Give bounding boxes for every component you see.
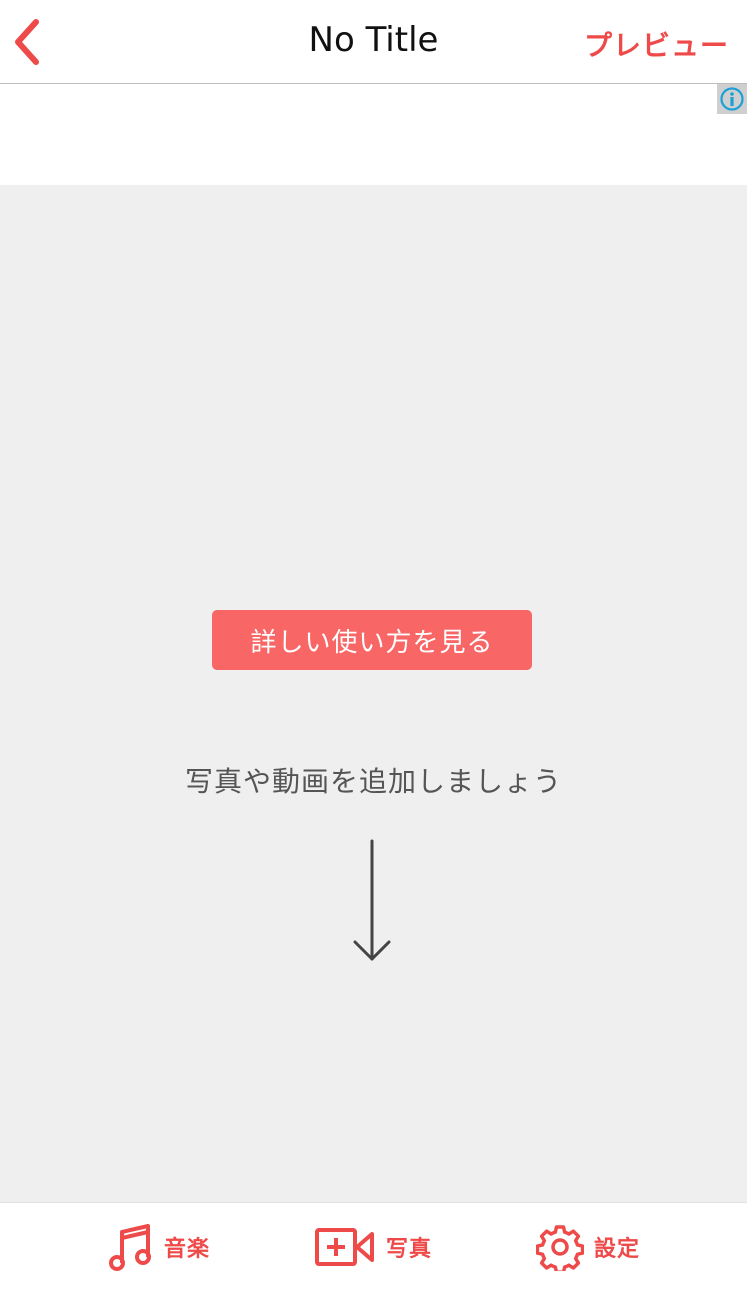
info-icon	[720, 87, 744, 111]
music-note-icon	[109, 1224, 151, 1271]
back-button[interactable]	[8, 16, 52, 68]
tab-settings[interactable]: 設定	[536, 1203, 640, 1290]
tab-music[interactable]: 音楽	[108, 1203, 210, 1290]
ad-banner[interactable]	[0, 84, 747, 185]
preview-button[interactable]: プレビュー	[584, 24, 729, 64]
tab-photo[interactable]: 写真	[314, 1203, 432, 1290]
tab-settings-label: 設定	[594, 1237, 641, 1262]
media-drop-area: 詳しい使い方を見る 写真や動画を追加しましょう	[0, 185, 747, 1202]
tab-photo-label: 写真	[386, 1237, 433, 1262]
gear-icon	[536, 1225, 584, 1271]
tab-music-label: 音楽	[164, 1237, 211, 1262]
ad-info-button[interactable]	[717, 84, 747, 114]
howto-button[interactable]: 詳しい使い方を見る	[212, 610, 532, 670]
add-media-icon	[315, 1228, 374, 1266]
nav-bar: No Title プレビュー	[0, 0, 747, 84]
add-media-hint: 写真や動画を追加しましょう	[184, 765, 562, 798]
down-arrow-icon	[353, 839, 391, 961]
tab-bar: 音楽 写真 設定	[0, 1202, 747, 1290]
chevron-left-icon	[15, 19, 39, 65]
screen: No Title プレビュー 詳しい使い方を見る 写真や動画を追加しましょう 音…	[0, 0, 747, 1290]
